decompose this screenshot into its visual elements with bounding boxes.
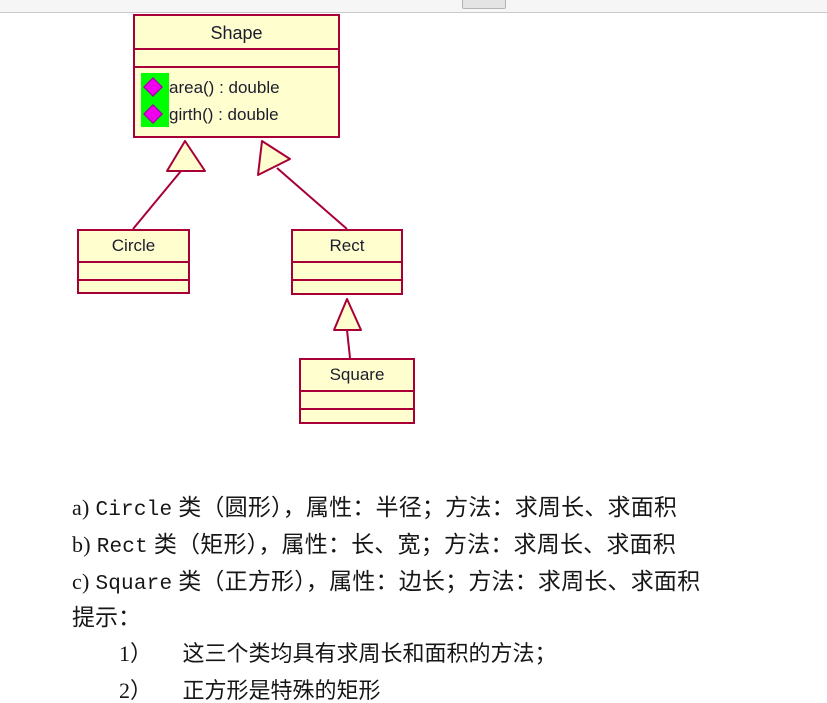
methods-compartment-shape: area() : double girth() : double [135, 68, 338, 138]
class-name-mention: Circle [95, 499, 173, 522]
hint-marker: 2） [119, 678, 153, 703]
hint-text: 这三个类均具有求周长和面积的方法； [182, 641, 557, 666]
list-item-text: 类（正方形），属性：边长；方法：求周长、求面积 [178, 569, 701, 594]
exercise-text: a) Circle 类（圆形），属性：半径；方法：求周长、求面积 b) Rect… [0, 438, 827, 702]
class-name-shape: Shape [210, 23, 263, 43]
public-diamond-icon [143, 77, 163, 97]
uml-class-rect[interactable]: Rect [291, 229, 403, 295]
method-row[interactable]: area() : double [141, 74, 338, 101]
class-name-circle: Circle [111, 236, 156, 255]
uml-class-square[interactable]: Square [299, 358, 415, 424]
class-name-mention: Square [95, 573, 173, 596]
hint-item: 2） 正方形是特殊的矩形 [119, 680, 381, 702]
list-item: b) Rect 类（矩形），属性：长、宽；方法：求周长、求面积 [72, 533, 676, 558]
list-item-text: 类（矩形），属性：长、宽；方法：求周长、求面积 [153, 532, 676, 557]
class-name-mention: Rect [96, 536, 148, 559]
list-item: c) Square 类（正方形），属性：边长；方法：求周长、求面积 [72, 570, 700, 595]
class-name-square: Square [329, 365, 385, 384]
methods-compartment-circle [79, 281, 188, 297]
class-name-rect: Rect [329, 236, 365, 255]
methods-compartment-square [301, 410, 413, 426]
generalization-rect-to-shape [257, 140, 348, 230]
public-diamond-icon [143, 104, 163, 124]
uml-class-diagram: Shape area() : double girth() : double C… [0, 13, 827, 438]
hint-item: 1） 这三个类均具有求周长和面积的方法； [119, 643, 557, 665]
generalization-circle-to-shape [132, 140, 206, 230]
attributes-compartment-shape [135, 50, 338, 66]
generalization-square-to-rect [333, 298, 362, 359]
uml-class-shape[interactable]: Shape area() : double girth() : double [133, 14, 340, 138]
methods-compartment-rect [293, 281, 401, 297]
method-signature: girth() : double [169, 105, 279, 124]
method-row[interactable]: girth() : double [141, 101, 338, 128]
hint-label: 提示： [72, 605, 141, 630]
method-signature: area() : double [169, 78, 280, 97]
attributes-compartment-circle [79, 263, 188, 279]
list-item-text: 类（圆形），属性：半径；方法：求周长、求面积 [178, 495, 678, 520]
uml-class-circle[interactable]: Circle [77, 229, 190, 294]
list-marker: b) [72, 532, 91, 557]
hint-text: 正方形是特殊的矩形 [182, 678, 381, 703]
attributes-compartment-square [301, 392, 413, 408]
list-marker: a) [72, 495, 90, 520]
top-toolbar-strip [0, 0, 827, 13]
list-marker: c) [72, 569, 90, 594]
list-item: a) Circle 类（圆形），属性：半径；方法：求周长、求面积 [72, 496, 677, 521]
attributes-compartment-rect [293, 263, 401, 279]
hint-marker: 1） [119, 641, 153, 666]
toolbar-button[interactable] [462, 0, 506, 9]
